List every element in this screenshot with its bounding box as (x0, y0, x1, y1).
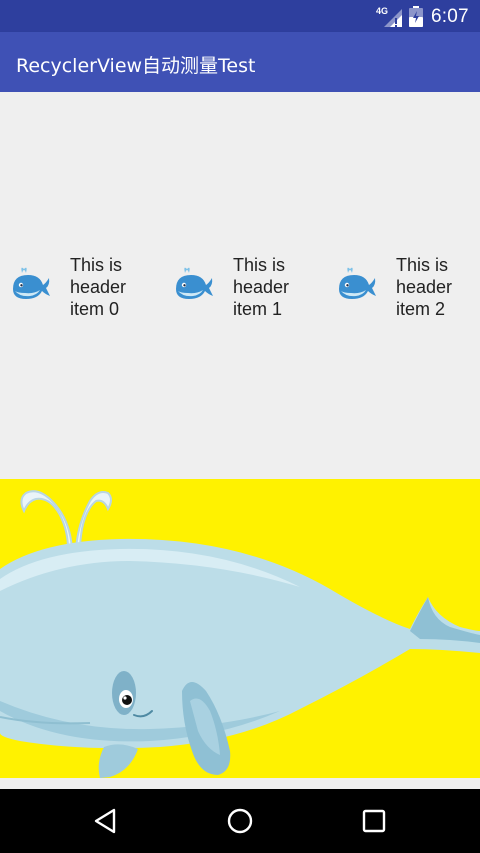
system-nav-bar (0, 789, 480, 853)
header-item[interactable]: This is header item 1 (163, 254, 326, 320)
status-clock: 6:07 (431, 6, 469, 27)
home-icon[interactable] (224, 805, 256, 837)
whale-icon (176, 267, 213, 299)
status-bar: 4G 6:07 (0, 0, 480, 32)
back-icon[interactable] (90, 805, 122, 837)
header-item-line: This is (70, 255, 123, 275)
signal-4g-icon: 4G (376, 6, 402, 27)
recents-icon[interactable] (358, 805, 390, 837)
header-item-text: This is header item 1 (233, 254, 323, 320)
header-item-line: This is (233, 255, 286, 275)
header-item-text: This is header item 0 (70, 254, 160, 320)
header-item-line: item 2 (396, 299, 446, 319)
whale-icon (339, 267, 376, 299)
header-item-line: item 1 (233, 299, 283, 319)
whale-icon (13, 267, 50, 299)
network-type-label: 4G (376, 6, 388, 16)
header-recycler-view[interactable]: This is header item 0 This is header ite… (0, 92, 480, 479)
header-item-line: item 0 (70, 299, 120, 319)
header-item-line: This is (396, 255, 449, 275)
header-item[interactable]: This is header item 0 (0, 254, 163, 320)
whale-banner-image[interactable] (0, 479, 480, 778)
list-bottom-spacer (0, 778, 480, 789)
battery-icon (409, 6, 423, 27)
page-title: RecyclerView自动测量Test (16, 55, 256, 77)
header-item-line: header (233, 277, 290, 297)
header-item-line: header (396, 277, 453, 297)
header-item-text: This is header item 2 (396, 254, 480, 320)
app-toolbar: RecyclerView自动测量Test (0, 32, 480, 92)
header-item[interactable]: This is header item 2 (326, 254, 480, 320)
whale-illustration (0, 490, 480, 778)
header-item-line: header (70, 277, 127, 297)
